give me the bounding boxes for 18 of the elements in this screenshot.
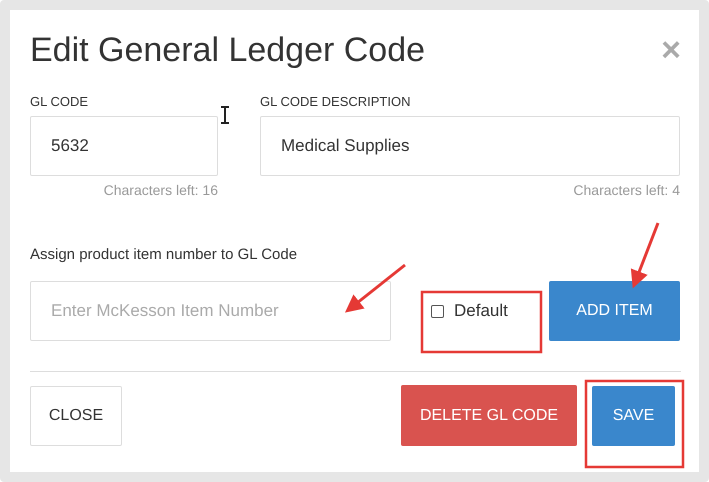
footer-button[interactable]: SAVE	[592, 386, 675, 446]
dialog-title: Edit General Ledger Code	[30, 30, 426, 70]
assign-label: Assign product item number to GL Code	[30, 246, 298, 263]
item-number-field[interactable]: Enter McKesson Item Number	[30, 281, 391, 341]
footer-button[interactable]: CLOSE	[30, 386, 122, 446]
arrow-annotation	[630, 222, 660, 288]
arrow-annotation	[344, 264, 406, 313]
add-item-button[interactable]: ADD ITEM	[549, 281, 680, 341]
default-checkbox[interactable]	[431, 304, 444, 318]
character-counter: Characters left: 4	[573, 182, 680, 198]
character-counter: Characters left: 16	[104, 182, 218, 198]
gl-code-field[interactable]: 5632	[30, 116, 218, 176]
field-label: GL CODE DESCRIPTION	[260, 94, 412, 111]
checkbox-label: Default	[454, 301, 508, 321]
footer-button[interactable]: DELETE GL CODE	[401, 385, 577, 446]
text-cursor-icon	[220, 106, 230, 124]
description-field[interactable]: Medical Supplies	[260, 116, 680, 176]
field-label: GL CODE	[30, 94, 90, 111]
